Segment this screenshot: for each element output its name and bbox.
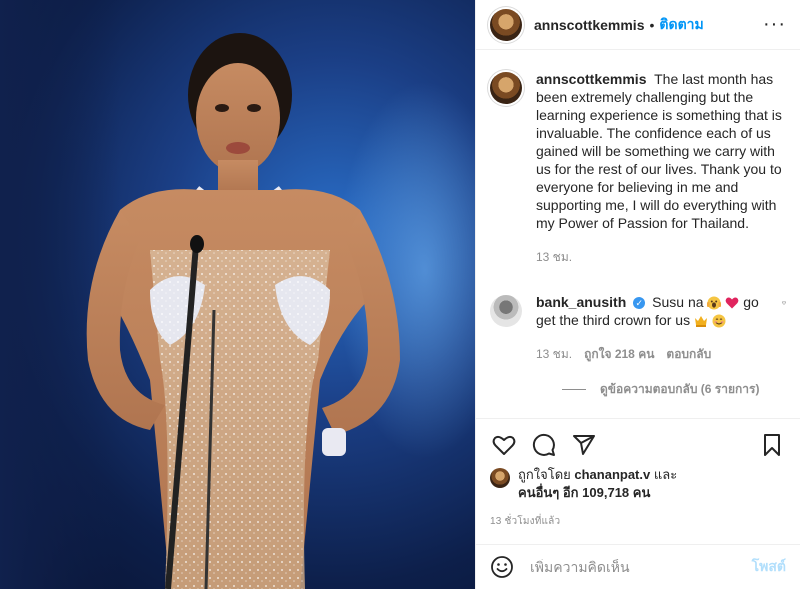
smile-icon[interactable] xyxy=(490,555,514,579)
comment-input[interactable] xyxy=(530,559,752,575)
smiling-face-emoji-icon xyxy=(712,314,726,328)
likes-text: ถูกใจโดย chananpat.v และ คนอื่นๆ อีก 109… xyxy=(518,466,677,502)
replies-divider-line xyxy=(562,389,586,390)
caption-meta: 13 ชม. xyxy=(536,248,786,267)
commenter-avatar[interactable] xyxy=(490,295,522,327)
comment-icon[interactable] xyxy=(530,431,558,459)
likes-summary: ถูกใจโดย chananpat.v และ คนอื่นๆ อีก 109… xyxy=(490,466,786,502)
add-comment-bar: โพสต์ xyxy=(476,544,800,589)
view-replies-button[interactable]: ดูข้อความตอบกลับ (6 รายการ) xyxy=(562,380,786,399)
reply-button[interactable]: ตอบกลับ xyxy=(666,345,711,364)
view-replies-label: ดูข้อความตอบกลับ (6 รายการ) xyxy=(600,382,760,396)
caption-text: The last month has been extremely challe… xyxy=(536,71,782,231)
verified-badge-icon: ✓ xyxy=(633,297,646,310)
author-username[interactable]: annscottkemmis xyxy=(534,17,644,33)
post-comment-button[interactable]: โพสต์ xyxy=(752,556,786,578)
post-header: annscottkemmis • ติดตาม ··· xyxy=(476,0,800,50)
comment-text-1: Susu na xyxy=(652,294,704,310)
comment-like-heart-icon[interactable] xyxy=(774,297,786,309)
caption-row: annscottkemmis The last month has been e… xyxy=(490,70,786,232)
likes-others-count[interactable]: คนอื่นๆ อีก 109,718 คน xyxy=(518,485,650,500)
crown-emoji-icon xyxy=(694,316,707,328)
heart-icon[interactable] xyxy=(490,431,518,459)
caption-time[interactable]: 13 ชม. xyxy=(536,248,572,267)
likes-suffix: และ xyxy=(653,467,678,482)
post-timestamp[interactable]: 13 ชั่วโมงที่แล้ว xyxy=(490,514,560,529)
liker-username[interactable]: chananpat.v xyxy=(574,467,650,482)
caption-username[interactable]: annscottkemmis xyxy=(536,71,646,87)
caption-text-block: annscottkemmis The last month has been e… xyxy=(536,70,786,232)
comment-row: bank_anusith ✓ Susu na go get the third c… xyxy=(490,293,786,329)
share-icon[interactable] xyxy=(570,431,598,459)
follow-button[interactable]: ติดตาม xyxy=(659,14,703,36)
comments-section[interactable]: annscottkemmis The last month has been e… xyxy=(476,50,800,408)
separator-dot: • xyxy=(649,16,655,33)
post-side-panel: annscottkemmis • ติดตาม ··· annscottkemm… xyxy=(475,0,800,589)
comment-text-block: bank_anusith ✓ Susu na go get the third c… xyxy=(536,293,774,329)
more-icon[interactable]: ··· xyxy=(763,13,786,36)
screaming-face-emoji-icon xyxy=(707,296,722,310)
comment-meta: 13 ชม. ถูกใจ 218 คน ตอบกลับ xyxy=(536,345,786,364)
post-photo xyxy=(0,0,475,589)
likes-prefix: ถูกใจโดย xyxy=(518,467,571,482)
bookmark-icon[interactable] xyxy=(758,431,786,459)
caption-avatar[interactable] xyxy=(490,72,522,104)
red-heart-emoji-icon xyxy=(725,297,739,309)
comment-username[interactable]: bank_anusith xyxy=(536,294,626,310)
comment-time[interactable]: 13 ชม. xyxy=(536,345,572,364)
comment-likes-count[interactable]: ถูกใจ 218 คน xyxy=(584,345,654,364)
pageant-contestant-figure xyxy=(86,33,400,589)
author-avatar[interactable] xyxy=(490,8,522,41)
action-bar xyxy=(476,418,800,462)
liker-avatar[interactable] xyxy=(490,468,510,488)
